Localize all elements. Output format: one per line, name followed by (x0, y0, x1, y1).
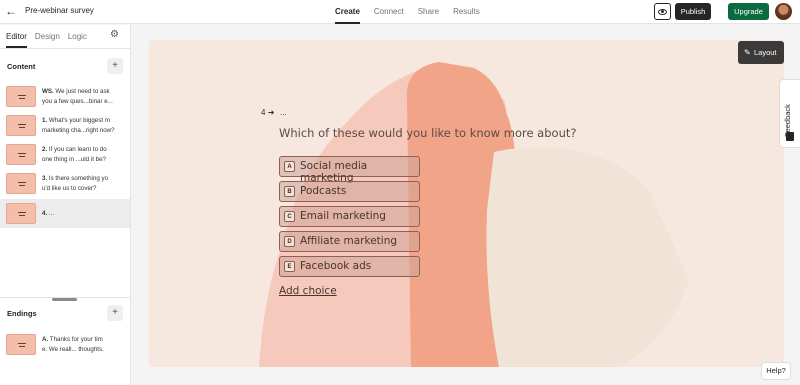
add-choice-link[interactable]: Add choice (279, 285, 337, 297)
tab-design[interactable]: Design (35, 32, 60, 48)
tab-create[interactable]: Create (335, 0, 360, 24)
endings-label: Endings (7, 309, 37, 318)
background-shapes (259, 62, 689, 367)
choice-e[interactable]: E Facebook ads (279, 256, 420, 277)
upgrade-button[interactable]: Upgrade (728, 3, 769, 20)
add-content-button[interactable]: + (107, 58, 123, 74)
question-preview: 3. Is there something yo u'd like us to c… (42, 175, 109, 192)
top-bar: ← Pre-webinar survey Create Connect Shar… (0, 0, 800, 24)
left-sidebar: Editor Design Logic ⚙ Content + WS. We j… (0, 25, 131, 385)
feedback-logo-icon (786, 132, 794, 141)
form-title[interactable]: Pre-webinar survey (25, 6, 94, 15)
short-text-icon (6, 115, 36, 136)
question-item-2[interactable]: 2. If you can learn to do one thing in ..… (0, 140, 130, 169)
choice-label: Facebook ads (300, 260, 372, 272)
short-text-icon (6, 86, 36, 107)
choice-key: B (284, 186, 295, 197)
tab-results[interactable]: Results (453, 0, 480, 24)
publish-button[interactable]: Publish (675, 3, 711, 20)
choice-label: Affiliate marketing (300, 235, 398, 247)
question-preview: 1. What's your biggest m marketing cha...… (42, 117, 115, 134)
question-description[interactable]: Which of these would you like to know mo… (279, 126, 576, 140)
question-preview: 2. If you can learn to do one thing in ..… (42, 146, 107, 163)
choice-c[interactable]: C Email marketing (279, 206, 420, 227)
divider (0, 48, 130, 49)
form-canvas (149, 40, 784, 367)
pen-icon: ✎ (744, 48, 751, 57)
choice-key: E (284, 261, 295, 272)
short-text-icon (6, 173, 36, 194)
choice-key: C (284, 211, 295, 222)
choice-key: A (284, 161, 295, 172)
question-number: 4 ➜ (261, 108, 275, 117)
ending-icon (6, 334, 36, 355)
layout-button[interactable]: ✎ Layout (738, 41, 784, 64)
choice-d[interactable]: D Affiliate marketing (279, 231, 420, 252)
eye-pupil (661, 10, 664, 13)
choice-label: Email marketing (300, 210, 386, 222)
gear-icon[interactable]: ⚙ (110, 30, 120, 40)
tab-editor[interactable]: Editor (6, 32, 27, 48)
question-item-4[interactable]: 4. ... (0, 199, 130, 228)
content-label: Content (7, 62, 36, 71)
preview-button[interactable] (654, 3, 671, 20)
question-item-3[interactable]: 3. Is there something yo u'd like us to c… (0, 169, 130, 198)
question-title-input[interactable]: ... (280, 108, 287, 117)
ending-item-a[interactable]: A. Thanks for your tim e. We reall... tho… (0, 330, 130, 359)
choice-a[interactable]: A Social media marketing (279, 156, 420, 184)
layout-label: Layout (754, 48, 777, 57)
question-preview: WS. We just need to ask you a few ques...… (42, 88, 113, 105)
ending-preview: A. Thanks for your tim e. We reall... tho… (42, 336, 104, 353)
resize-handle[interactable] (52, 298, 77, 301)
main-nav: Create Connect Share Results (335, 0, 494, 24)
help-button[interactable]: Help? (761, 362, 791, 380)
tab-connect[interactable]: Connect (374, 0, 404, 24)
choice-key: D (284, 236, 295, 247)
arrow-left-icon[interactable]: ← (5, 4, 19, 18)
tab-share[interactable]: Share (418, 0, 439, 24)
short-text-icon (6, 203, 36, 224)
question-item-1[interactable]: 1. What's your biggest m marketing cha...… (0, 111, 130, 140)
sidebar-tabs: Editor Design Logic (6, 32, 95, 48)
arrow-right-icon: ➜ (267, 108, 275, 117)
question-preview: 4. ... (42, 210, 55, 217)
short-text-icon (6, 144, 36, 165)
choice-b[interactable]: B Podcasts (279, 181, 420, 202)
choice-label: Podcasts (300, 185, 347, 197)
add-ending-button[interactable]: + (107, 305, 123, 321)
question-item-ws[interactable]: WS. We just need to ask you a few ques...… (0, 82, 130, 111)
feedback-tab[interactable]: Feedback (779, 79, 800, 148)
avatar[interactable] (775, 3, 792, 20)
tab-logic[interactable]: Logic (68, 32, 87, 48)
